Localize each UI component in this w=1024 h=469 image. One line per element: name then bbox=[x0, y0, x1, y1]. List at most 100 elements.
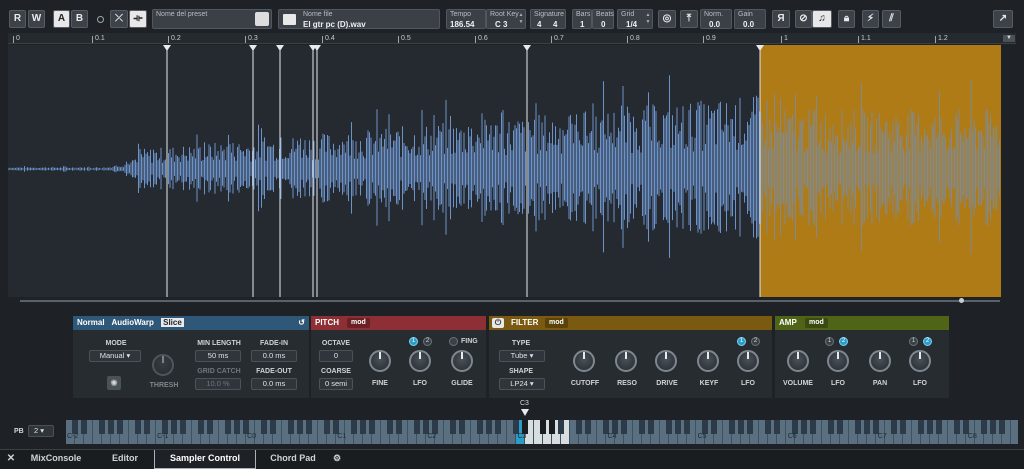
black-key[interactable] bbox=[522, 420, 528, 434]
amp-lfo-knob[interactable] bbox=[827, 350, 849, 372]
record-dot-icon[interactable] bbox=[97, 16, 104, 23]
slice-marker-handle[interactable] bbox=[276, 45, 284, 51]
black-key[interactable] bbox=[333, 420, 339, 434]
mode-select[interactable]: Manual ▾ bbox=[89, 350, 141, 362]
black-key[interactable] bbox=[477, 420, 483, 434]
black-key[interactable] bbox=[981, 420, 987, 434]
keyf-knob[interactable] bbox=[697, 350, 719, 372]
black-key[interactable] bbox=[666, 420, 672, 434]
black-key[interactable] bbox=[639, 420, 645, 434]
black-key[interactable] bbox=[513, 420, 519, 434]
folder-icon[interactable] bbox=[283, 14, 296, 25]
slice-marker-handle[interactable] bbox=[163, 45, 171, 51]
black-key[interactable] bbox=[360, 420, 366, 434]
black-key[interactable] bbox=[495, 420, 501, 434]
amp-lfo2-1-toggle[interactable]: 1 bbox=[909, 337, 918, 346]
black-key[interactable] bbox=[612, 420, 618, 434]
settings-gear-icon[interactable]: ⚙ bbox=[330, 450, 344, 469]
amp-mod-button[interactable]: mod bbox=[805, 318, 828, 328]
black-key[interactable] bbox=[162, 420, 168, 434]
read-button[interactable]: R bbox=[9, 10, 26, 28]
black-key[interactable] bbox=[864, 420, 870, 434]
flash-icon[interactable]: ⚡︎ bbox=[862, 10, 879, 28]
black-key[interactable] bbox=[702, 420, 708, 434]
slice-marker-handle[interactable] bbox=[523, 45, 531, 51]
black-key[interactable] bbox=[729, 420, 735, 434]
bars-field[interactable]: Bars 1 bbox=[572, 9, 592, 29]
black-key[interactable] bbox=[738, 420, 744, 434]
snap-icon[interactable]: ⤫ bbox=[110, 10, 128, 28]
tab-slice[interactable]: Slice bbox=[161, 318, 184, 327]
write-button[interactable]: W bbox=[28, 10, 45, 28]
black-key[interactable] bbox=[369, 420, 375, 434]
horizontal-scrollbar[interactable] bbox=[20, 300, 1000, 302]
piano-keyboard[interactable]: C-2 C-1 C0 C1 C2 C3 C4 C5 C6 C7 C8 bbox=[66, 420, 1018, 444]
gain-field[interactable]: Gain 0.0 bbox=[734, 9, 766, 29]
black-key[interactable] bbox=[288, 420, 294, 434]
black-key[interactable] bbox=[621, 420, 627, 434]
amp-lfo2-2-toggle[interactable]: 2 bbox=[923, 337, 932, 346]
black-key[interactable] bbox=[261, 420, 267, 434]
black-key[interactable] bbox=[99, 420, 105, 434]
black-key[interactable] bbox=[918, 420, 924, 434]
black-key[interactable] bbox=[423, 420, 429, 434]
black-key[interactable] bbox=[459, 420, 465, 434]
black-key[interactable] bbox=[81, 420, 87, 434]
filter-lfo-knob[interactable] bbox=[737, 350, 759, 372]
black-key[interactable] bbox=[450, 420, 456, 434]
fing-toggle[interactable] bbox=[449, 337, 458, 346]
reset-icon[interactable]: ↺ bbox=[298, 316, 305, 330]
pitch-lfo2-toggle[interactable]: 2 bbox=[423, 337, 432, 346]
pitch-lfo-knob[interactable] bbox=[409, 350, 431, 372]
tab-sampler-control[interactable]: Sampler Control bbox=[154, 450, 256, 469]
black-key[interactable] bbox=[837, 420, 843, 434]
black-key[interactable] bbox=[855, 420, 861, 434]
black-key[interactable] bbox=[873, 420, 879, 434]
black-key[interactable] bbox=[747, 420, 753, 434]
slice-marker-handle[interactable] bbox=[249, 45, 257, 51]
black-key[interactable] bbox=[936, 420, 942, 434]
pitch-mod-button[interactable]: mod bbox=[347, 318, 370, 328]
filter-type-select[interactable]: Tube ▾ bbox=[499, 350, 545, 362]
tab-audiowarp[interactable]: AudioWarp bbox=[112, 318, 154, 327]
black-key[interactable] bbox=[558, 420, 564, 434]
black-key[interactable] bbox=[180, 420, 186, 434]
black-key[interactable] bbox=[306, 420, 312, 434]
ruler-dropdown-icon[interactable]: ▼ bbox=[1003, 35, 1015, 42]
pattern-icon[interactable]: ⫽ bbox=[882, 10, 901, 28]
black-key[interactable] bbox=[270, 420, 276, 434]
black-key[interactable] bbox=[810, 420, 816, 434]
close-icon[interactable]: ✕ bbox=[4, 450, 18, 469]
black-key[interactable] bbox=[792, 420, 798, 434]
black-key[interactable] bbox=[135, 420, 141, 434]
black-key[interactable] bbox=[801, 420, 807, 434]
a-button[interactable]: A bbox=[53, 10, 70, 28]
tab-editor[interactable]: Editor bbox=[100, 450, 150, 469]
black-key[interactable] bbox=[198, 420, 204, 434]
normalize-icon[interactable]: ⤒ bbox=[680, 10, 698, 28]
fade-out-input[interactable]: 0.0 ms bbox=[251, 378, 297, 390]
zoom-slider[interactable] bbox=[955, 298, 1000, 304]
min-length-input[interactable]: 50 ms bbox=[195, 350, 241, 362]
rootkey-field[interactable]: Root Key C 3 ▲ ▼ bbox=[486, 9, 526, 29]
black-key[interactable] bbox=[486, 420, 492, 434]
black-key[interactable] bbox=[576, 420, 582, 434]
rootkey-spinner[interactable]: ▲ ▼ bbox=[518, 12, 524, 26]
fine-knob[interactable] bbox=[369, 350, 391, 372]
drive-knob[interactable] bbox=[655, 350, 677, 372]
black-key[interactable] bbox=[648, 420, 654, 434]
black-key[interactable] bbox=[891, 420, 897, 434]
fade-in-input[interactable]: 0.0 ms bbox=[251, 350, 297, 362]
black-key[interactable] bbox=[414, 420, 420, 434]
filter-lfo2-toggle[interactable]: 2 bbox=[751, 337, 760, 346]
black-key[interactable] bbox=[396, 420, 402, 434]
black-key[interactable] bbox=[144, 420, 150, 434]
black-key[interactable] bbox=[900, 420, 906, 434]
preset-field[interactable]: Nome del preset bbox=[152, 9, 272, 29]
octave-input[interactable]: 0 bbox=[319, 350, 353, 362]
grid-field[interactable]: Grid 1/4 ▲ ▼ bbox=[617, 9, 653, 29]
black-key[interactable] bbox=[585, 420, 591, 434]
black-key[interactable] bbox=[324, 420, 330, 434]
reso-knob[interactable] bbox=[615, 350, 637, 372]
black-key[interactable] bbox=[990, 420, 996, 434]
